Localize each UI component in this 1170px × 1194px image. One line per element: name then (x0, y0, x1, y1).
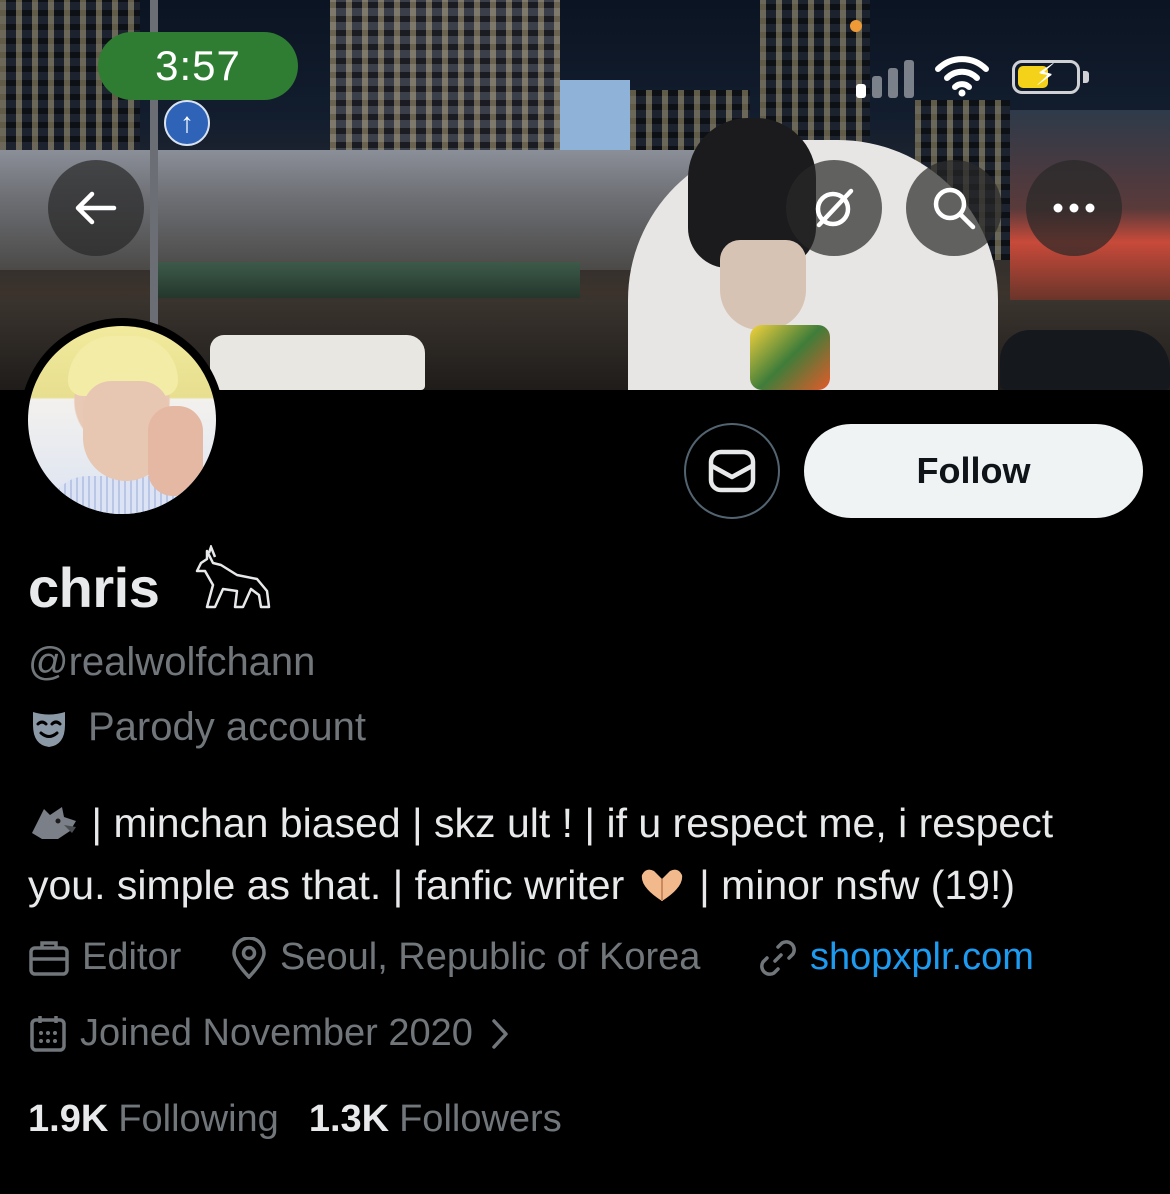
followers-label: Followers (399, 1098, 562, 1140)
location: Seoul, Republic of Korea (280, 936, 701, 978)
location-row: Seoul, Republic of Korea (230, 936, 700, 979)
message-button[interactable] (684, 423, 780, 519)
status-time: 3:57 (98, 32, 298, 100)
grok-button[interactable] (786, 160, 882, 256)
van (210, 335, 425, 390)
avatar-hand (148, 406, 203, 496)
battery-icon: ⚡ (1012, 59, 1080, 94)
heart-hands-emoji-icon (641, 869, 682, 901)
link-icon (760, 939, 796, 976)
parody-label: Parody account (88, 705, 366, 749)
website-link[interactable]: shopxplr.com (810, 936, 1034, 979)
following-count: 1.9K (28, 1098, 109, 1140)
back-button[interactable] (48, 160, 144, 256)
joined-date: Joined November 2020 (80, 1012, 473, 1054)
wolf-emoji-icon (195, 545, 271, 609)
search-button[interactable] (906, 160, 1002, 256)
profession-row: Editor (28, 936, 181, 979)
avatar[interactable] (28, 326, 216, 514)
bridge (150, 262, 580, 298)
bio-line-2b: | minor nsfw (19!) (699, 862, 1016, 908)
hoodie-print (750, 325, 830, 390)
search-icon (933, 187, 976, 230)
battery-tip (1083, 71, 1089, 83)
following-link[interactable]: 1.9K Following (28, 1098, 279, 1141)
road-sign-arrow-icon: ↑ (164, 100, 210, 146)
follow-button[interactable]: Follow (804, 424, 1143, 518)
followers-link[interactable]: 1.3K Followers (309, 1098, 562, 1141)
cellular-signal-icon (856, 58, 916, 98)
bio-line-1: | minchan biased | skz ult ! | if u resp… (91, 800, 1054, 846)
follow-counts: 1.9K Following 1.3K Followers (28, 1098, 562, 1141)
wifi-icon (935, 56, 989, 97)
followers-count: 1.3K (308, 1098, 390, 1140)
grok-icon (815, 188, 854, 228)
more-horizontal-icon (1053, 203, 1095, 213)
parody-mask-icon (33, 711, 65, 747)
handle: @realwolfchann (28, 640, 316, 684)
chevron-right-icon (492, 1018, 508, 1049)
mail-icon (708, 449, 756, 493)
person-face (720, 240, 806, 330)
bio-line-2a: you. simple as that. | fanfic writer (28, 862, 625, 908)
parody-label-row: Parody account (28, 705, 366, 750)
briefcase-icon (29, 940, 69, 976)
profession: Editor (82, 936, 182, 978)
calendar-icon (30, 1015, 66, 1052)
privacy-indicator-dot (850, 20, 862, 32)
joined-row[interactable]: Joined November 2020 (28, 1012, 511, 1055)
website-row: shopxplr.com (758, 936, 1034, 979)
location-pin-icon (232, 936, 266, 979)
more-button[interactable] (1026, 160, 1122, 256)
car (1000, 330, 1170, 390)
arrow-left-icon (75, 191, 117, 225)
following-label: Following (118, 1098, 279, 1140)
charging-bolt-icon: ⚡ (1035, 59, 1057, 92)
display-name: chris (28, 556, 160, 619)
bio: | minchan biased | skz ult ! | if u resp… (28, 792, 1158, 916)
wolf-face-emoji-icon (32, 807, 76, 839)
